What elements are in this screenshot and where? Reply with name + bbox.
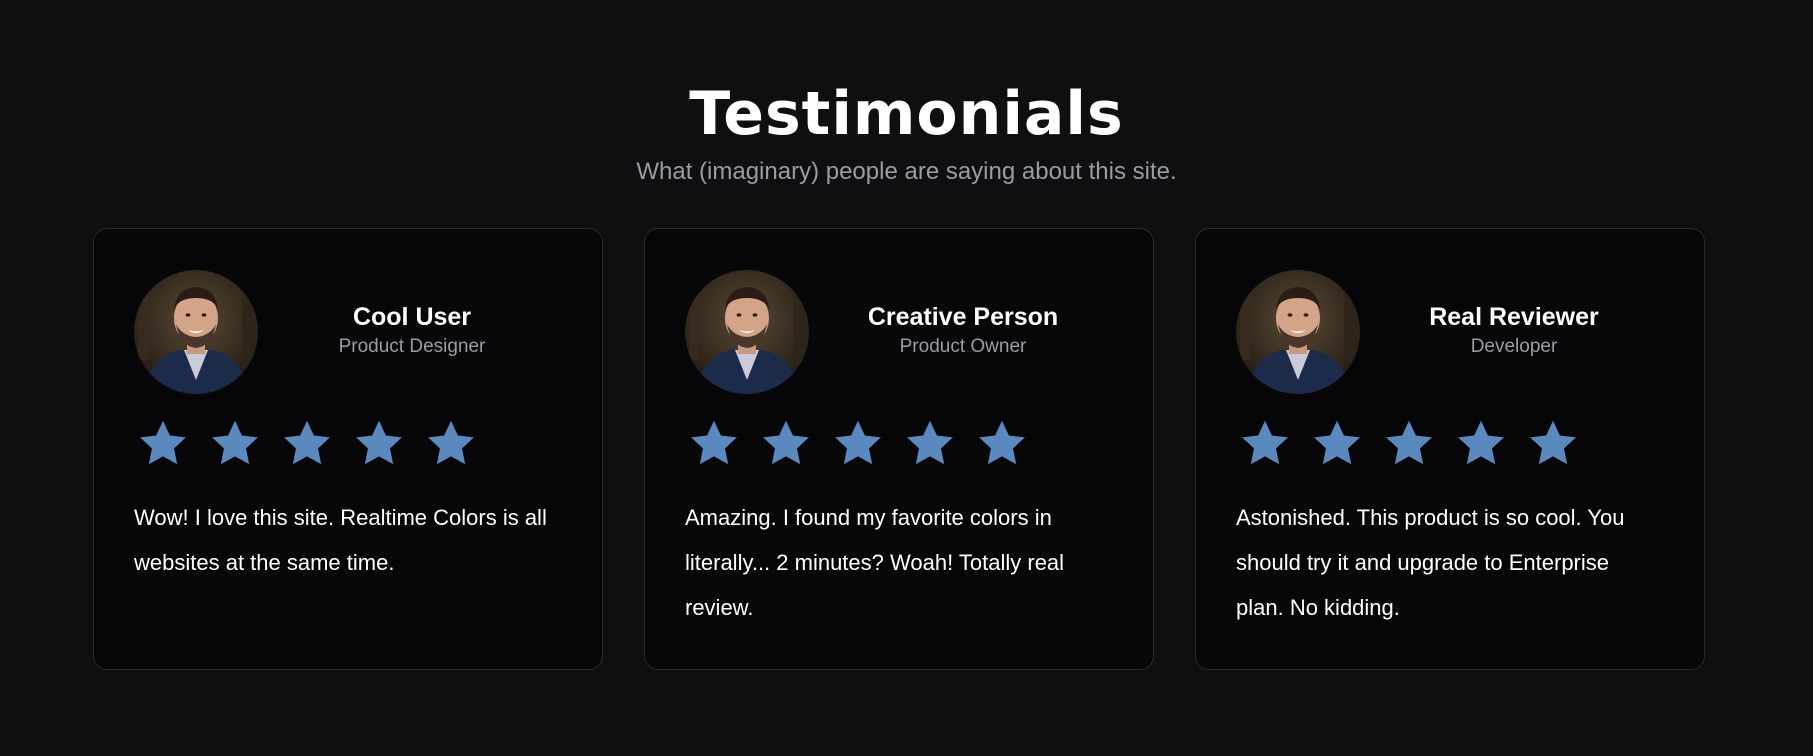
star-icon [689,419,739,467]
page-subtitle: What (imaginary) people are saying about… [636,158,1177,185]
avatar [1236,270,1360,394]
testimonial-card: Creative Person Product Owner Amazing. I… [644,228,1154,670]
person-info: Cool User Product Designer [262,301,562,361]
star-icon [1384,419,1434,467]
testimonial-card: Real Reviewer Developer Astonished. This… [1195,228,1705,670]
star-rating [689,419,1113,467]
person-name: Real Reviewer [1429,303,1599,331]
person-role: Product Designer [338,336,486,357]
star-icon [282,419,332,467]
person-name: Cool User [352,303,472,331]
star-icon [1456,419,1506,467]
star-icon [354,419,404,467]
testimonials-section: Testimonials What (imaginary) people are… [0,0,1813,756]
star-icon [1240,419,1290,467]
testimonial-quote: Astonished. This product is so cool. You… [1236,505,1625,620]
testimonial-card: Cool User Product Designer Wow! I love t… [93,228,603,670]
card-header: Real Reviewer Developer [1236,269,1664,395]
star-rating [138,419,562,467]
star-icon [1528,419,1578,467]
person-role: Developer [1470,336,1558,357]
avatar [134,270,258,394]
testimonial-quote: Amazing. I found my favorite colors in l… [685,505,1065,620]
card-header: Cool User Product Designer [134,269,562,395]
star-icon [833,419,883,467]
star-icon [761,419,811,467]
card-header: Creative Person Product Owner [685,269,1113,395]
person-info: Creative Person Product Owner [813,301,1113,361]
page-title: Testimonials [689,79,1124,149]
person-info: Real Reviewer Developer [1364,301,1664,361]
star-rating [1240,419,1664,467]
star-icon [426,419,476,467]
star-icon [138,419,188,467]
star-icon [1312,419,1362,467]
star-icon [977,419,1027,467]
star-icon [905,419,955,467]
star-icon [210,419,260,467]
person-role: Product Owner [899,336,1027,357]
testimonial-quote: Wow! I love this site. Realtime Colors i… [134,505,547,575]
person-name: Creative Person [867,303,1059,331]
avatar [685,270,809,394]
testimonial-cards: Cool User Product Designer Wow! I love t… [93,228,1705,670]
